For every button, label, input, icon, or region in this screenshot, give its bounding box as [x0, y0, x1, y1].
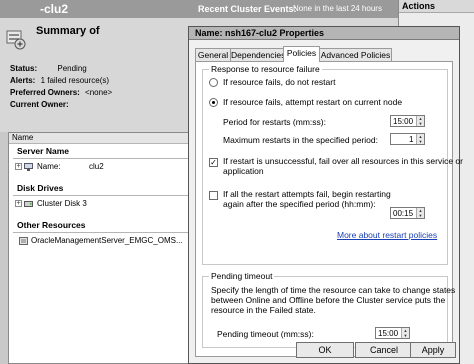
no-restart-label[interactable]: If resource fails, do not restart	[223, 77, 335, 88]
status-label: Status:	[10, 64, 38, 73]
recent-events-label: Recent Cluster Events:	[198, 4, 297, 14]
server-name-value: clu2	[89, 162, 104, 171]
list-item-disk[interactable]: + Cluster Disk 3	[9, 196, 197, 212]
delayed-restart-checkbox[interactable]	[209, 191, 218, 200]
pending-description-line3: resource in the Failed state.	[211, 305, 316, 315]
tab-general[interactable]: General	[195, 48, 231, 62]
pending-timeout-label: Pending timeout (mm:ss):	[217, 329, 314, 339]
resource-list: Name Server Name + Name: clu2 Disk Drive…	[8, 132, 198, 364]
list-item-server[interactable]: + Name: clu2	[9, 159, 197, 175]
alerts-row: Alerts: 1 failed resource(s)	[10, 75, 112, 87]
spin-down-icon[interactable]: ▼	[417, 213, 424, 218]
spin-down-icon[interactable]: ▼	[417, 139, 424, 144]
list-column-header-name[interactable]: Name	[9, 133, 197, 144]
delayed-restart-value[interactable]: 00:15	[393, 209, 413, 218]
spinner-arrows[interactable]: ▲ ▼	[416, 208, 424, 218]
tab-dependencies[interactable]: Dependencies	[230, 48, 285, 62]
response-to-failure-group: Response to resource failure If resource…	[202, 64, 463, 265]
tab-advanced-policies[interactable]: Advanced Policies	[319, 48, 392, 62]
restart-period-value[interactable]: 15:00	[393, 117, 413, 126]
expand-icon[interactable]: +	[15, 200, 22, 207]
preferred-owners-row: Preferred Owners: <none>	[10, 87, 112, 99]
server-name-icon	[24, 163, 33, 171]
status-value: Pending	[57, 64, 87, 73]
status-row: Status: Pending	[10, 63, 112, 75]
tab-policies[interactable]: Policies	[283, 46, 320, 62]
pending-timeout-value[interactable]: 15:00	[378, 329, 398, 338]
preferred-owners-label: Preferred Owners:	[10, 88, 80, 97]
group-disk-drives: Disk Drives	[17, 183, 64, 193]
ok-button[interactable]: OK	[296, 342, 354, 358]
delayed-restart-spinner[interactable]: 00:15 ▲ ▼	[390, 207, 425, 219]
spinner-arrows[interactable]: ▲ ▼	[416, 134, 424, 144]
max-restarts-spinner[interactable]: 1 ▲ ▼	[390, 133, 425, 145]
group-other-resources: Other Resources	[17, 220, 86, 230]
expand-icon[interactable]: +	[15, 163, 22, 170]
alerts-label: Alerts:	[10, 76, 36, 85]
delayed-restart-label-line2[interactable]: again after the specified period (hh:mm)…	[223, 199, 376, 210]
cancel-button[interactable]: Cancel	[355, 342, 413, 358]
group-server-name: Server Name	[17, 146, 69, 156]
cluster-name-title: -clu2	[40, 2, 69, 16]
spinner-arrows[interactable]: ▲ ▼	[401, 328, 409, 338]
alerts-value[interactable]: 1 failed resource(s)	[41, 76, 109, 85]
restart-period-label: Period for restarts (mm:ss):	[223, 117, 326, 127]
current-owner-row: Current Owner:	[10, 99, 112, 111]
policies-tab-panel: Response to resource failure If resource…	[195, 61, 463, 357]
failover-label-line2[interactable]: application	[223, 166, 264, 177]
summary-properties: Status: Pending Alerts: 1 failed resourc…	[10, 63, 112, 111]
recent-events-value[interactable]: None in the last 24 hours	[293, 4, 382, 13]
pending-timeout-spinner[interactable]: 15:00 ▲ ▼	[375, 327, 410, 339]
dialog-title-bar[interactable]: Name: nsh167-clu2 Properties	[189, 27, 459, 40]
generic-resource-icon	[19, 237, 28, 245]
actions-pane-title: Actions	[399, 0, 474, 13]
attempt-restart-radio[interactable]	[209, 98, 218, 107]
more-about-restart-policies-link[interactable]: More about restart policies	[337, 230, 437, 240]
no-restart-radio[interactable]	[209, 78, 218, 87]
max-restarts-value[interactable]: 1	[409, 135, 413, 144]
properties-dialog: Name: nsh167-clu2 Properties General Dep…	[188, 26, 463, 364]
cluster-header-bar: -clu2 Recent Cluster Events: None in the…	[0, 0, 398, 18]
spin-down-icon[interactable]: ▼	[417, 121, 424, 126]
spinner-arrows[interactable]: ▲ ▼	[416, 116, 424, 126]
summary-title: Summary of	[36, 25, 100, 37]
spin-down-icon[interactable]: ▼	[402, 333, 409, 338]
disk-label: Cluster Disk 3	[37, 199, 87, 208]
server-name-label: Name:	[37, 162, 61, 171]
max-restarts-label: Maximum restarts in the specified period…	[223, 135, 378, 145]
disk-icon	[24, 201, 33, 207]
apply-button[interactable]: Apply	[410, 342, 456, 358]
pending-timeout-legend: Pending timeout	[209, 271, 275, 281]
response-to-failure-legend: Response to resource failure	[209, 64, 322, 74]
attempt-restart-label[interactable]: If resource fails, attempt restart on cu…	[223, 97, 402, 108]
service-summary-icon	[6, 30, 26, 50]
oracle-oms-label: OracleManagementServer_EMGC_OMS...	[31, 236, 183, 245]
dialog-title: Name: nsh167-clu2 Properties	[195, 28, 325, 38]
list-item-oracle-oms[interactable]: OracleManagementServer_EMGC_OMS...	[9, 233, 197, 249]
failover-checkbox[interactable]: ✓	[209, 158, 218, 167]
pending-timeout-group: Pending timeout Specify the length of ti…	[202, 271, 455, 348]
current-owner-label: Current Owner:	[10, 100, 69, 109]
preferred-owners-value[interactable]: <none>	[85, 88, 112, 97]
restart-period-spinner[interactable]: 15:00 ▲ ▼	[390, 115, 425, 127]
